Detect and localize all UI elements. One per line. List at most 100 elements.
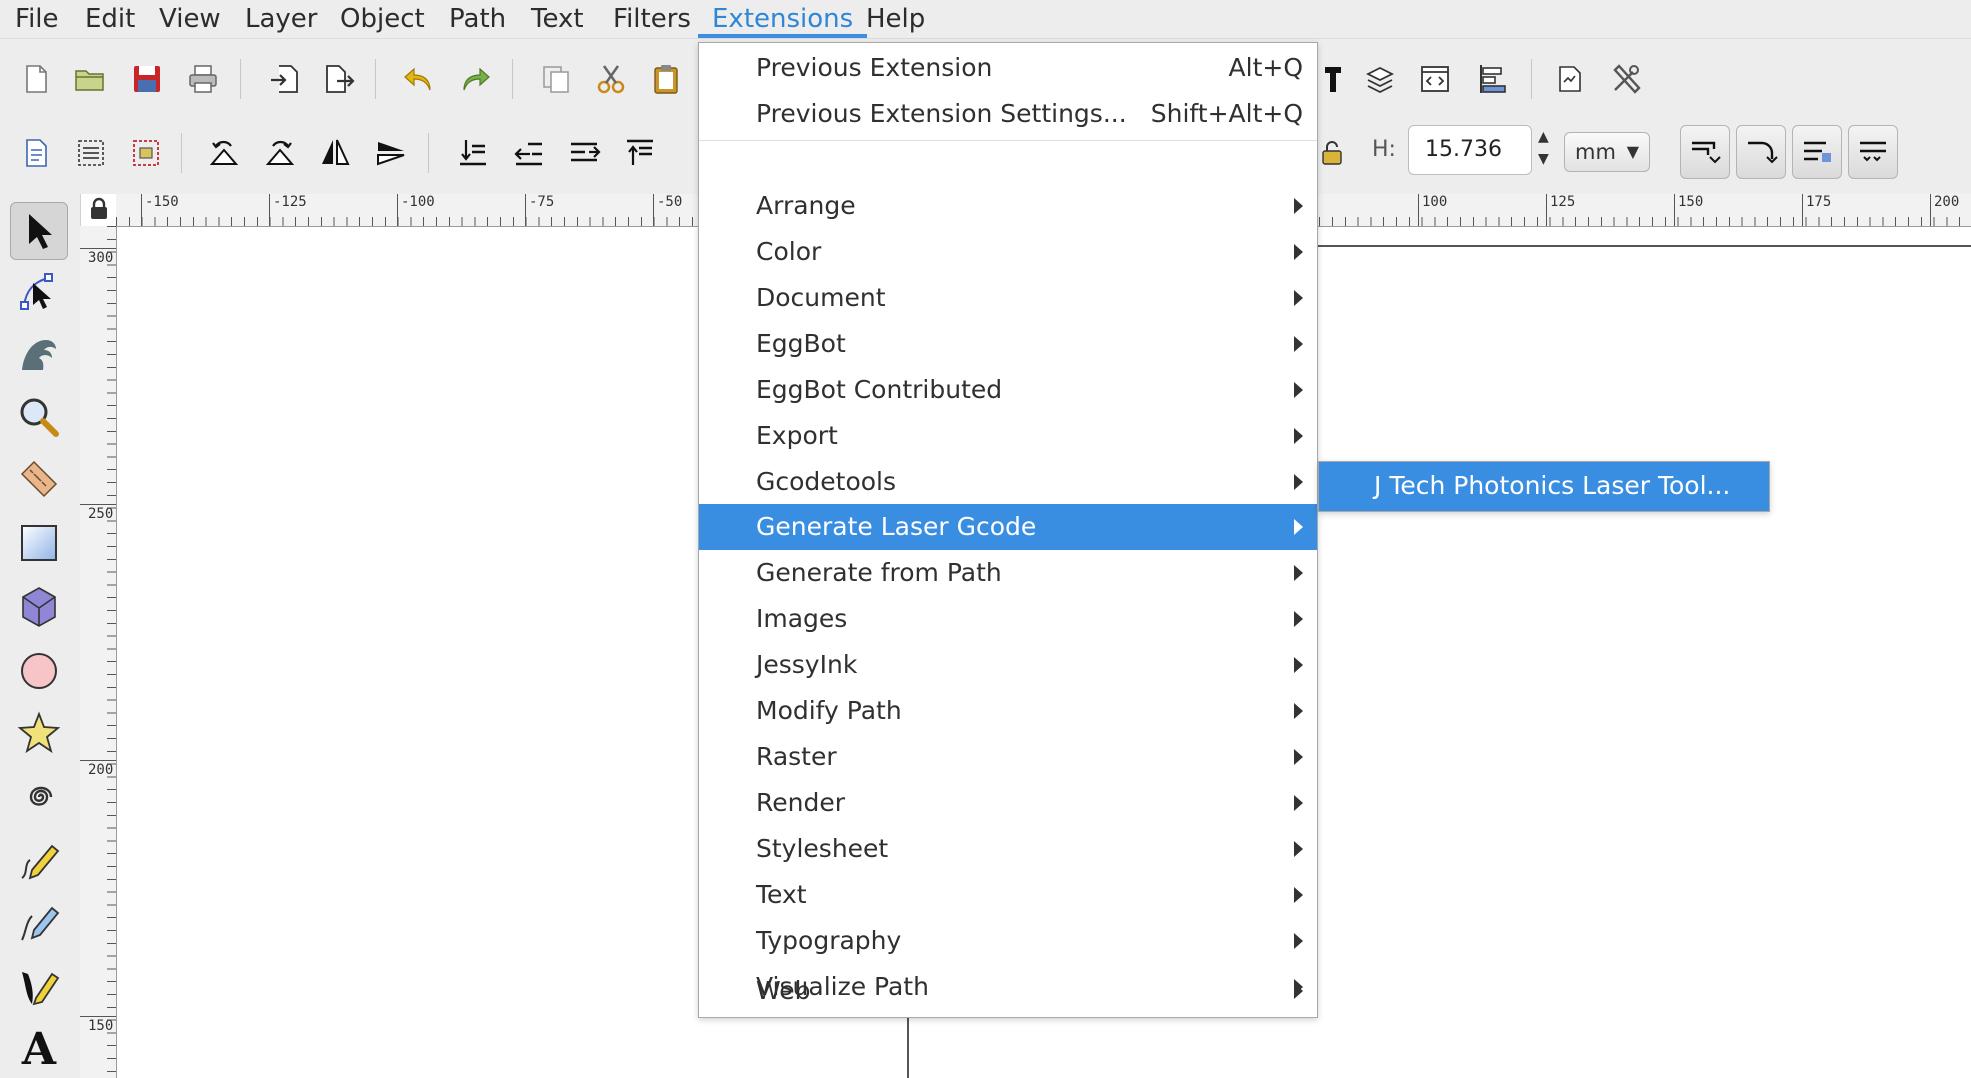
unit-value: mm (1575, 140, 1616, 164)
zoom-tool-icon[interactable] (10, 388, 68, 446)
save-icon[interactable] (125, 57, 169, 101)
height-input[interactable]: 15.736 (1408, 125, 1532, 175)
menu-item-label: Stylesheet (756, 834, 889, 863)
menu-item-j-tech-photonics-laser-tool[interactable]: J Tech Photonics Laser Tool... (1374, 462, 1730, 510)
open-folder-icon[interactable] (68, 57, 112, 101)
layers-icon[interactable] (1358, 57, 1402, 101)
menu-item-color[interactable]: Color (699, 229, 1317, 275)
flip-horizontal-icon[interactable] (313, 131, 357, 175)
scale-stroke-button[interactable] (1680, 125, 1730, 179)
new-document-icon[interactable] (14, 57, 58, 101)
copy-icon[interactable] (534, 57, 578, 101)
menu-item-typography[interactable]: Typography (699, 918, 1317, 964)
menu-item-previous-extension[interactable]: Previous Extension Alt+Q (699, 45, 1317, 91)
rotate-cw-icon[interactable] (258, 131, 302, 175)
menu-item-web[interactable]: Web (699, 968, 1317, 1014)
calligraphy-tool-icon[interactable] (10, 958, 68, 1016)
deselect-icon[interactable] (124, 131, 168, 175)
menu-item-document[interactable]: Document (699, 275, 1317, 321)
pencil-tool-icon[interactable] (10, 832, 68, 890)
star-tool-icon[interactable] (10, 704, 68, 762)
select-all-layers-icon[interactable] (69, 131, 113, 175)
text-tool-icon[interactable]: A (10, 1020, 68, 1078)
undo-icon[interactable] (397, 57, 441, 101)
cut-icon[interactable] (589, 57, 633, 101)
spin-up-icon[interactable]: ▲ (1538, 129, 1549, 145)
raise-icon[interactable] (562, 131, 606, 175)
lower-to-bottom-icon[interactable] (451, 131, 495, 175)
menu-help[interactable]: Help (866, 0, 925, 38)
export-icon[interactable] (316, 57, 360, 101)
ruler-tick-label: 150 (88, 1018, 114, 1034)
move-gradients-button[interactable] (1792, 125, 1842, 179)
tweak-tool-icon[interactable] (10, 324, 68, 382)
menu-item-generate-laser-gcode[interactable]: Generate Laser Gcode (699, 504, 1317, 550)
ruler-tick-label: 300 (88, 250, 114, 266)
menu-object[interactable]: Object (340, 0, 425, 38)
submenu-arrow-icon (1294, 290, 1303, 306)
menu-item-text[interactable]: Text (699, 872, 1317, 918)
menu-text[interactable]: Text (531, 0, 584, 38)
paste-icon[interactable] (644, 57, 688, 101)
measure-tool-icon[interactable] (10, 452, 68, 510)
ruler-tick-label: 250 (88, 506, 114, 522)
align-icon[interactable] (1470, 57, 1514, 101)
menu-layer[interactable]: Layer (245, 0, 318, 38)
toolbox: A (0, 194, 81, 1078)
height-spinner[interactable]: ▲ ▼ (1532, 125, 1560, 175)
lock-guides-icon[interactable] (86, 196, 112, 222)
ruler-tick-label: 200 (1934, 194, 1960, 210)
spiral-tool-icon[interactable] (10, 768, 68, 826)
ruler-major-tick (80, 248, 116, 249)
menu-item-label: Color (756, 237, 822, 266)
menu-edit[interactable]: Edit (85, 0, 135, 38)
import-icon[interactable] (262, 57, 306, 101)
pen-tool-icon[interactable] (10, 894, 68, 952)
ellipse-tool-icon[interactable] (10, 642, 68, 700)
rectangle-tool-icon[interactable] (10, 514, 68, 572)
redo-icon[interactable] (453, 57, 497, 101)
menu-item-render[interactable]: Render (699, 780, 1317, 826)
node-tool-icon[interactable] (10, 262, 68, 320)
menu-item-modify-path[interactable]: Modify Path (699, 688, 1317, 734)
submenu-arrow-icon (1294, 198, 1303, 214)
menu-item-eggbot[interactable]: EggBot (699, 321, 1317, 367)
submenu-arrow-icon (1294, 887, 1303, 903)
3d-box-tool-icon[interactable] (10, 578, 68, 636)
lower-icon[interactable] (507, 131, 551, 175)
menu-separator (699, 140, 1317, 141)
menu-file[interactable]: File (15, 0, 59, 38)
menu-item-eggbot-contributed[interactable]: EggBot Contributed (699, 367, 1317, 413)
menu-item-generate-from-path[interactable]: Generate from Path (699, 550, 1317, 596)
selector-tool-icon[interactable] (10, 202, 68, 260)
scale-corners-button[interactable] (1736, 125, 1786, 179)
menu-item-raster[interactable]: Raster (699, 734, 1317, 780)
flip-vertical-icon[interactable] (369, 131, 413, 175)
spin-down-icon[interactable]: ▼ (1538, 151, 1549, 167)
menu-extensions[interactable]: Extensions (697, 0, 868, 38)
menu-item-arrange[interactable]: Arrange (699, 183, 1317, 229)
menu-item-stylesheet[interactable]: Stylesheet (699, 826, 1317, 872)
xml-editor-icon[interactable] (1413, 57, 1457, 101)
menu-item-images[interactable]: Images (699, 596, 1317, 642)
menu-item-label: Generate from Path (756, 558, 1002, 587)
document-properties-icon[interactable] (1548, 57, 1592, 101)
unit-select[interactable]: mm ▼ (1564, 132, 1650, 172)
menu-item-jessyink[interactable]: JessyInk (699, 642, 1317, 688)
menu-path[interactable]: Path (449, 0, 506, 38)
menu-filters[interactable]: Filters (613, 0, 691, 38)
preferences-icon[interactable] (1604, 57, 1648, 101)
print-icon[interactable] (181, 57, 225, 101)
menu-item-label: Generate Laser Gcode (756, 512, 1037, 541)
move-patterns-button[interactable] (1848, 125, 1898, 179)
menu-item-previous-extension-settings[interactable]: Previous Extension Settings... Shift+Alt… (699, 91, 1317, 137)
raise-to-top-icon[interactable] (618, 131, 662, 175)
menu-item-export[interactable]: Export (699, 413, 1317, 459)
menu-item-gcodetools[interactable]: Gcodetools (699, 459, 1317, 505)
select-all-icon[interactable] (14, 131, 58, 175)
ruler-tick-label: 200 (88, 762, 114, 778)
menu-view[interactable]: View (159, 0, 221, 38)
rotate-ccw-icon[interactable] (202, 131, 246, 175)
scale-stroke-icon (1692, 141, 1721, 164)
chevron-down-icon: ▼ (1626, 142, 1639, 161)
